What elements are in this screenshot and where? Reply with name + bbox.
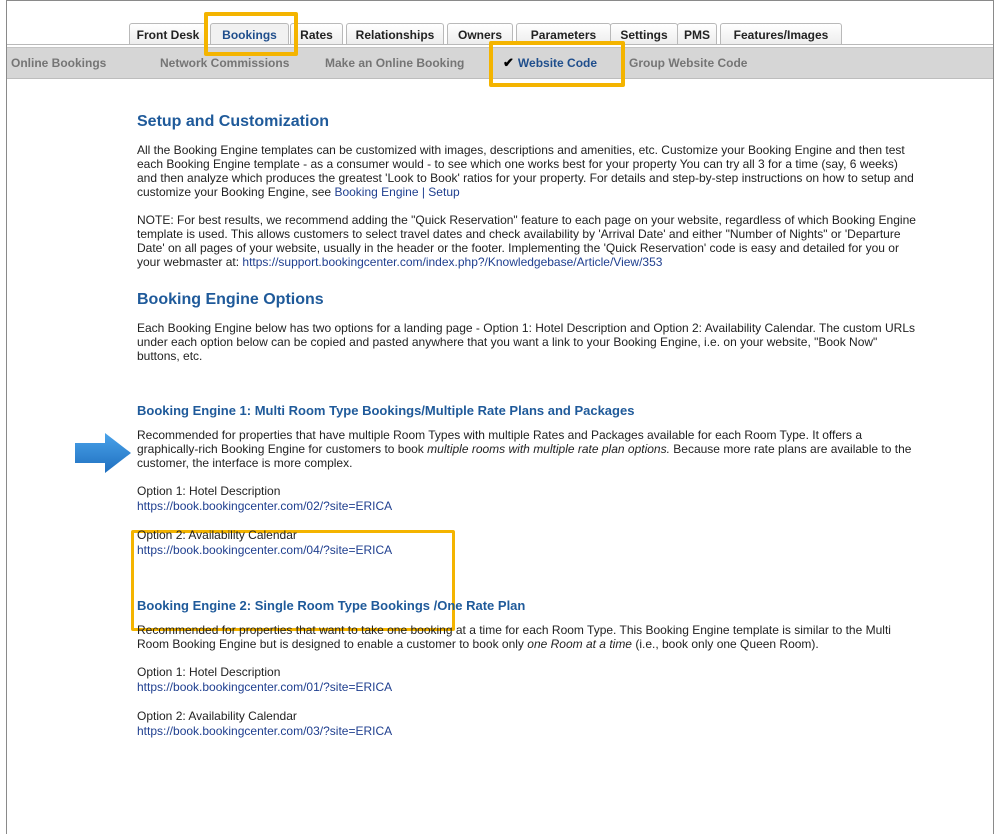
subnav-make-online-booking[interactable]: Make an Online Booking (325, 48, 464, 78)
engine2-option1: Option 1: Hotel Description https://book… (137, 665, 917, 695)
website-code-highlight (489, 41, 625, 87)
engine1-desc-emphasis: multiple rooms with multiple rate plan o… (427, 442, 670, 456)
note-paragraph: NOTE: For best results, we recommend add… (137, 213, 917, 269)
engine2-option2-url[interactable]: https://book.bookingcenter.com/03/?site=… (137, 724, 392, 738)
engine2-option2-label: Option 2: Availability Calendar (137, 709, 297, 723)
engine2-option2: Option 2: Availability Calendar https://… (137, 709, 917, 739)
engine1-option2: Option 2: Availability Calendar https://… (137, 528, 917, 558)
app-frame: Front Desk Bookings Rates Relationships … (6, 0, 994, 834)
engine2-desc-text-2: (i.e., book only one Queen Room). (635, 637, 819, 651)
main-content: Setup and Customization All the Booking … (137, 113, 917, 739)
bookings-tab-highlight (204, 12, 298, 56)
engine2-option1-url[interactable]: https://book.bookingcenter.com/01/?site=… (137, 680, 392, 694)
engine1-option2-url[interactable]: https://book.bookingcenter.com/04/?site=… (137, 543, 392, 557)
setup-title: Setup and Customization (137, 113, 329, 130)
tab-features-images[interactable]: Features/Images (720, 23, 842, 45)
options-title: Booking Engine Options (137, 291, 324, 308)
engine2-desc-emphasis: one Room at a time (527, 637, 632, 651)
setup-paragraph: All the Booking Engine templates can be … (137, 143, 917, 199)
booking-engine-setup-link[interactable]: Booking Engine | Setup (334, 185, 459, 199)
subnav-group-website-code[interactable]: Group Website Code (629, 48, 747, 78)
tab-front-desk[interactable]: Front Desk (129, 23, 207, 45)
engine2-option1-label: Option 1: Hotel Description (137, 665, 281, 679)
tab-relationships[interactable]: Relationships (346, 23, 444, 45)
engine1-description: Recommended for properties that have mul… (137, 428, 917, 470)
engine1-option1-url[interactable]: https://book.bookingcenter.com/02/?site=… (137, 499, 392, 513)
quick-reservation-link[interactable]: https://support.bookingcenter.com/index.… (242, 255, 662, 269)
subnav-online-bookings[interactable]: Online Bookings (11, 48, 106, 78)
blue-arrow-icon (75, 433, 131, 473)
options-paragraph: Each Booking Engine below has two option… (137, 321, 916, 363)
engine1-option1: Option 1: Hotel Description https://book… (137, 484, 917, 514)
engine1-option2-label: Option 2: Availability Calendar (137, 528, 297, 542)
engine2-title: Booking Engine 2: Single Room Type Booki… (137, 598, 526, 613)
tab-pms[interactable]: PMS (677, 23, 717, 45)
engine2-description: Recommended for properties that want to … (137, 623, 917, 651)
setup-text: All the Booking Engine templates can be … (137, 143, 914, 199)
engine1-option1-label: Option 1: Hotel Description (137, 484, 281, 498)
engine1-title: Booking Engine 1: Multi Room Type Bookin… (137, 403, 635, 418)
